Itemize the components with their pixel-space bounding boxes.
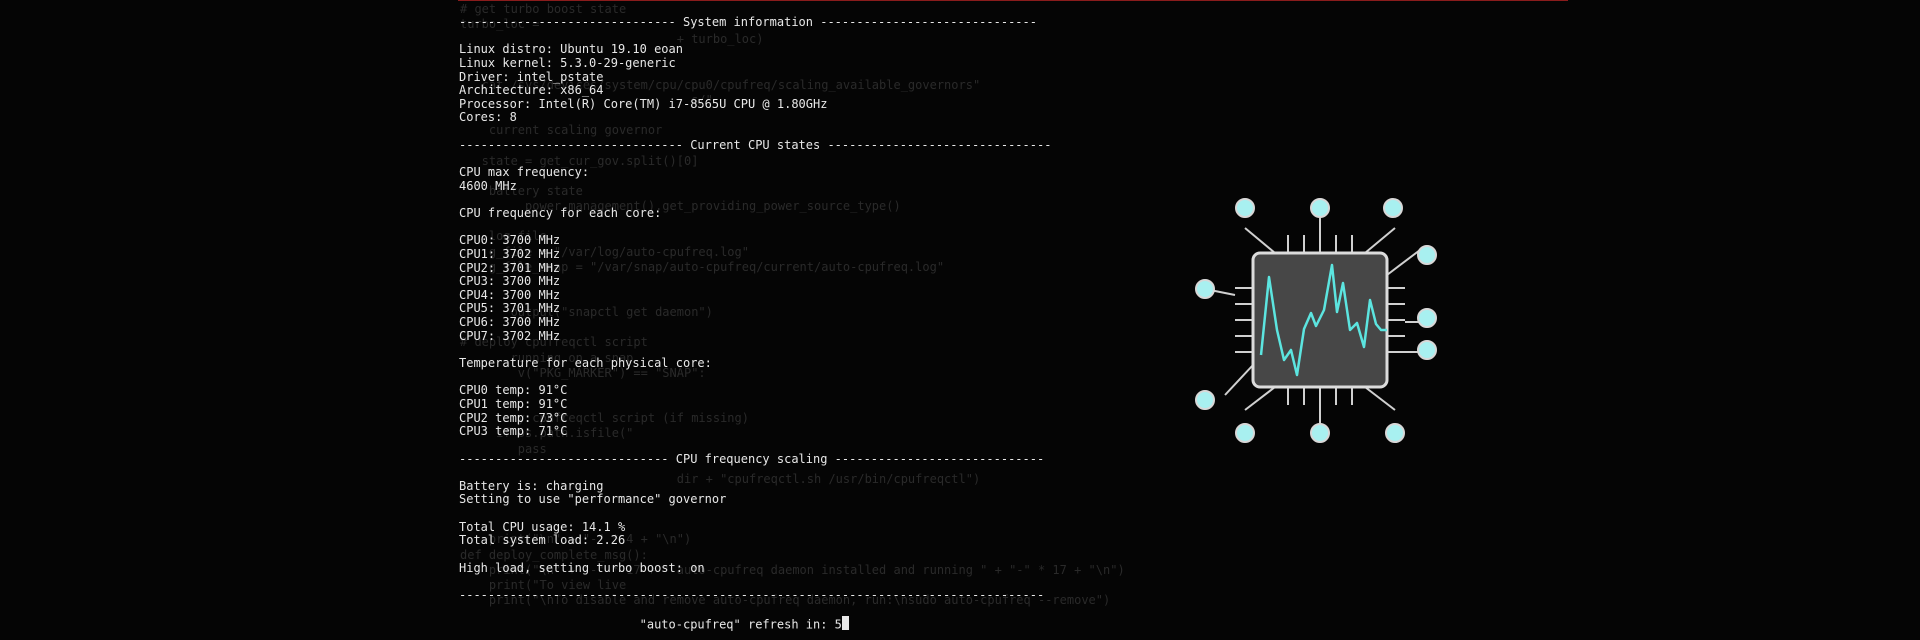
terminal-line: Linux kernel: 5.3.0-29-generic: [459, 55, 676, 70]
window-top-border: [458, 0, 1568, 1]
chip-node: [1235, 198, 1255, 218]
chip-node: [1310, 423, 1330, 443]
chip-trace-line: [1244, 386, 1276, 411]
terminal-line: Total CPU usage: 14.1 %: [459, 519, 626, 534]
terminal-line: CPU0: 3700 MHz: [459, 233, 561, 248]
chip-node: [1417, 340, 1437, 360]
terminal-line: CPU frequency for each core:: [459, 205, 662, 220]
terminal-line: CPU2: 3701 MHz: [459, 260, 561, 275]
terminal-line: ------------------------------- Current …: [459, 137, 1052, 152]
chip-node: [1417, 245, 1437, 265]
chip-trace-line: [1364, 227, 1396, 254]
terminal-line: Driver: intel_pstate: [459, 69, 604, 84]
terminal-line: CPU4: 3700 MHz: [459, 287, 561, 302]
terminal-line: Temperature for each physical core:: [459, 356, 712, 371]
chip-node: [1385, 423, 1405, 443]
terminal-line: Architecture: x86_64: [459, 83, 604, 98]
terminal-line: Linux distro: Ubuntu 19.10 eoan: [459, 42, 683, 57]
chip-node: [1310, 198, 1330, 218]
terminal-line: CPU1: 3702 MHz: [459, 246, 561, 261]
chip-node: [1383, 198, 1403, 218]
terminal-line: Setting to use "performance" governor: [459, 492, 727, 507]
terminal-line: ----------------------------- CPU freque…: [459, 451, 1045, 466]
chip-node: [1195, 279, 1215, 299]
terminal-line: CPU5: 3701 MHz: [459, 301, 561, 316]
terminal-line: Processor: Intel(R) Core(TM) i7-8565U CP…: [459, 96, 828, 111]
refresh-countdown: "auto-cpufreq" refresh in: 5: [459, 616, 1019, 631]
chip-trace-line: [1386, 249, 1421, 276]
chip-node: [1417, 308, 1437, 328]
terminal-line: Cores: 8: [459, 110, 517, 125]
chip-trace-line: [1224, 364, 1254, 396]
terminal-line: CPU7: 3702 MHz: [459, 328, 561, 343]
chip-node: [1235, 423, 1255, 443]
chip-trace-line: [1244, 227, 1276, 254]
cpu-chip-icon: [1195, 198, 1437, 443]
terminal-line: Total system load: 2.26: [459, 533, 626, 548]
terminal-output[interactable]: ------------------------------ System in…: [459, 15, 1052, 631]
chip-node: [1195, 390, 1215, 410]
cursor: [841, 616, 849, 630]
terminal-line: High load, setting turbo boost: on: [459, 560, 705, 575]
terminal-line: CPU max frequency:: [459, 165, 590, 180]
terminal-line: ----------------------------------------…: [459, 587, 1045, 602]
terminal-line: CPU1 temp: 91°C: [459, 396, 568, 411]
background-code-line: # get turbo boost state: [460, 2, 627, 16]
terminal-line: ------------------------------ System in…: [459, 15, 1037, 29]
terminal-line: 4600 MHz: [459, 178, 517, 193]
chip-trace-line: [1364, 386, 1396, 411]
terminal-line: CPU6: 3700 MHz: [459, 315, 561, 330]
terminal-line: CPU3 temp: 71°C: [459, 424, 568, 439]
terminal-line: CPU3: 3700 MHz: [459, 274, 561, 289]
terminal-window[interactable]: # get turbo boost state turbo_loc = + tu…: [0, 0, 1920, 640]
terminal-line: CPU2 temp: 73°C: [459, 410, 568, 425]
terminal-line: Battery is: charging: [459, 478, 604, 493]
terminal-line: CPU0 temp: 91°C: [459, 383, 568, 398]
